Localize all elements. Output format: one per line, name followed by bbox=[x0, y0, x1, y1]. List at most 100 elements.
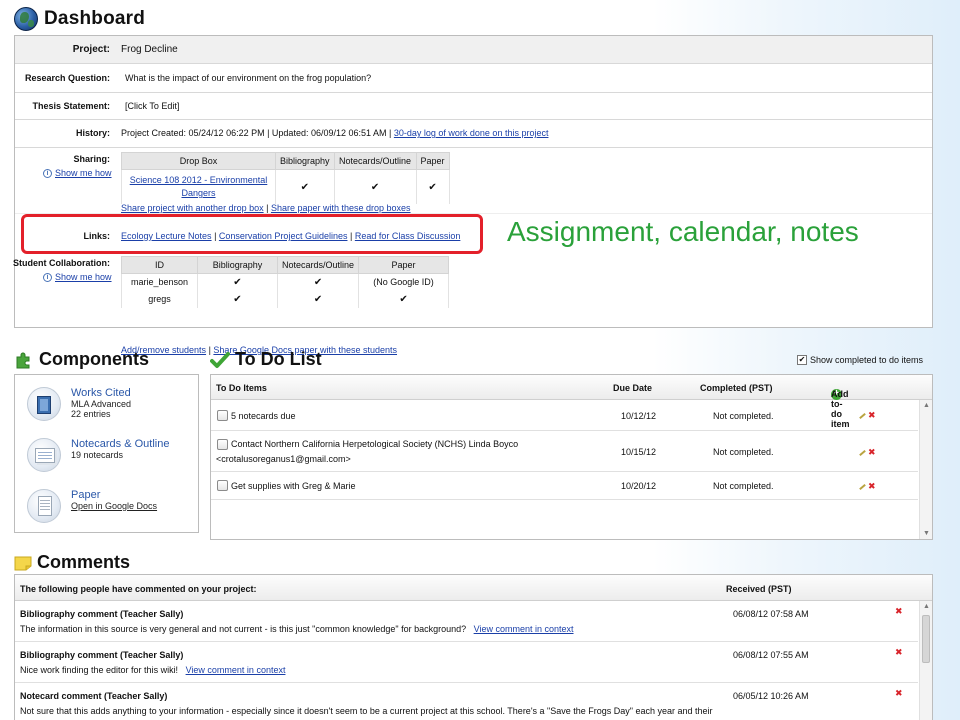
todo-row: Get supplies with Greg & Marie 10/20/12 … bbox=[211, 472, 918, 500]
comment-body: Nice work finding the editor for this wi… bbox=[20, 665, 179, 675]
comments-scrollbar[interactable]: ▲ bbox=[919, 601, 932, 720]
works-cited-title[interactable]: Works Cited bbox=[71, 387, 131, 399]
scroll-up-arrow-icon[interactable]: ▲ bbox=[923, 603, 930, 610]
view-comment-link[interactable]: View comment in context bbox=[186, 665, 286, 675]
comments-panel: The following people have commented on y… bbox=[14, 574, 933, 720]
todo-col-completed: Completed (PST) bbox=[700, 383, 773, 393]
comment-date: 06/05/12 10:26 AM bbox=[733, 691, 809, 701]
show-completed-checkbox[interactable]: ✔ bbox=[797, 355, 807, 365]
col-notecards: Notecards/Outline bbox=[333, 152, 417, 170]
scroll-thumb[interactable] bbox=[922, 615, 930, 663]
show-me-how-link[interactable]: Show me how bbox=[55, 272, 112, 282]
edit-icon[interactable] bbox=[859, 449, 866, 456]
todo-col-items: To Do Items bbox=[216, 383, 267, 393]
drop-box-link[interactable]: Science 108 2012 - Environmental Dangers bbox=[130, 175, 268, 198]
delete-icon[interactable]: ✖ bbox=[868, 448, 876, 457]
thesis-value[interactable]: [Click To Edit] bbox=[125, 101, 179, 111]
todo-checkbox[interactable] bbox=[217, 410, 228, 421]
todo-due: 10/15/12 bbox=[621, 447, 657, 457]
delete-icon[interactable]: ✖ bbox=[868, 411, 876, 420]
comment-row: Notecard comment (Teacher Sally) Not sur… bbox=[15, 683, 918, 720]
share-project-link[interactable]: Share project with another drop box bbox=[121, 203, 264, 213]
notecards-title[interactable]: Notecards & Outline bbox=[71, 438, 169, 450]
todo-scrollbar[interactable]: ▲ ▼ bbox=[919, 400, 932, 539]
col-drop-box: Drop Box bbox=[121, 152, 276, 170]
paper-check: ✔ bbox=[358, 290, 450, 308]
dashboard-header: Dashboard bbox=[14, 6, 145, 32]
todo-due: 10/12/12 bbox=[621, 411, 657, 421]
delete-comment-icon[interactable]: ✖ bbox=[895, 689, 903, 698]
sticky-note-icon bbox=[14, 556, 32, 570]
comment-date: 06/08/12 07:55 AM bbox=[733, 650, 809, 660]
collaboration-table: ID Bibliography Notecards/Outline Paper … bbox=[121, 256, 450, 308]
show-me-how-link[interactable]: Show me how bbox=[55, 168, 112, 178]
edit-icon[interactable] bbox=[859, 483, 866, 490]
todo-text-email: <crotalusoreganus1@gmail.com> bbox=[216, 454, 351, 464]
show-completed-toggle[interactable]: ✔ Show completed to do items bbox=[797, 355, 923, 365]
history-row: History: Project Created: 05/24/12 06:22… bbox=[15, 120, 932, 148]
puzzle-icon bbox=[16, 352, 30, 368]
paper-check: ✔ bbox=[415, 169, 450, 204]
todo-status: Not completed. bbox=[713, 447, 774, 457]
todo-checkbox[interactable] bbox=[217, 480, 228, 491]
todo-due: 10/20/12 bbox=[621, 481, 657, 491]
comment-text: Nice work finding the editor for this wi… bbox=[20, 665, 285, 675]
delete-comment-icon[interactable]: ✖ bbox=[895, 607, 903, 616]
comments-header: The following people have commented on y… bbox=[15, 575, 932, 601]
comment-title: Bibliography comment (Teacher Sally) bbox=[20, 609, 184, 619]
todo-checkbox[interactable] bbox=[217, 439, 228, 450]
history-log-link[interactable]: 30-day log of work done on this project bbox=[394, 128, 549, 138]
notecards-check: ✔ bbox=[333, 169, 417, 204]
open-google-docs-link[interactable]: Open in Google Docs bbox=[71, 501, 157, 511]
comment-text: Not sure that this adds anything to your… bbox=[20, 706, 713, 716]
research-question-value[interactable]: What is the impact of our environment on… bbox=[125, 73, 371, 83]
components-panel: Works Cited MLA Advanced 22 entries Note… bbox=[14, 374, 199, 533]
paper-icon bbox=[27, 489, 61, 523]
history-value: Project Created: 05/24/12 06:22 PM | Upd… bbox=[121, 128, 548, 138]
collab-show-me-how[interactable]: i Show me how bbox=[43, 272, 112, 282]
todo-row: 5 notecards due 10/12/12 Not completed. … bbox=[211, 400, 918, 431]
todo-panel: To Do Items Due Date Completed (PST) + A… bbox=[210, 374, 933, 540]
components-title: Components bbox=[39, 349, 149, 369]
todo-text: Contact Northern California Herpetologic… bbox=[231, 439, 519, 449]
paper-status: (No Google ID) bbox=[358, 273, 450, 291]
history-text: Project Created: 05/24/12 06:22 PM | Upd… bbox=[121, 128, 392, 138]
page-title: Dashboard bbox=[44, 8, 146, 29]
component-works-cited[interactable]: Works Cited MLA Advanced 22 entries bbox=[27, 387, 131, 421]
sharing-show-me-how[interactable]: i Show me how bbox=[43, 168, 112, 178]
paper-title[interactable]: Paper bbox=[71, 489, 157, 501]
comments-header-left: The following people have commented on y… bbox=[20, 584, 257, 594]
collaboration-row: Student Collaboration: i Show me how ID … bbox=[13, 252, 932, 355]
col-paper: Paper bbox=[358, 256, 450, 274]
delete-comment-icon[interactable]: ✖ bbox=[895, 648, 903, 657]
works-cited-style: MLA Advanced bbox=[71, 399, 132, 409]
col-notecards: Notecards/Outline bbox=[276, 256, 360, 274]
delete-icon[interactable]: ✖ bbox=[868, 482, 876, 491]
drop-box-cell: Science 108 2012 - Environmental Dangers bbox=[121, 169, 276, 204]
todo-text: Get supplies with Greg & Marie bbox=[231, 481, 356, 491]
col-paper: Paper bbox=[415, 152, 450, 170]
notecards-icon bbox=[27, 438, 61, 472]
comment-body: Not sure that this adds anything to your… bbox=[20, 706, 713, 716]
notecards-check: ✔ bbox=[276, 273, 360, 291]
comment-body: The information in this source is very g… bbox=[20, 624, 467, 634]
sharing-label: Sharing: bbox=[73, 154, 110, 164]
comments-title: Comments bbox=[37, 552, 131, 572]
scroll-down-arrow-icon[interactable]: ▼ bbox=[923, 530, 930, 537]
sharing-actions: Share project with another drop box | Sh… bbox=[121, 203, 411, 213]
component-paper[interactable]: Paper Open in Google Docs bbox=[27, 489, 157, 523]
components-heading: Components bbox=[14, 349, 149, 370]
comment-title: Notecard comment (Teacher Sally) bbox=[20, 691, 168, 701]
edit-icon[interactable] bbox=[859, 412, 866, 419]
show-completed-label: Show completed to do items bbox=[810, 355, 924, 365]
share-paper-link[interactable]: Share paper with these drop boxes bbox=[271, 203, 411, 213]
project-row: Project: Frog Decline bbox=[15, 36, 932, 64]
todo-col-due: Due Date bbox=[613, 383, 653, 393]
globe-icon bbox=[14, 7, 38, 31]
comments-heading: Comments bbox=[14, 552, 130, 573]
scroll-up-arrow-icon[interactable]: ▲ bbox=[923, 402, 930, 409]
component-notecards[interactable]: Notecards & Outline 19 notecards bbox=[27, 438, 169, 472]
view-comment-link[interactable]: View comment in context bbox=[474, 624, 574, 634]
project-name[interactable]: Frog Decline bbox=[121, 44, 178, 55]
annotation-text: Assignment, calendar, notes bbox=[507, 216, 859, 247]
